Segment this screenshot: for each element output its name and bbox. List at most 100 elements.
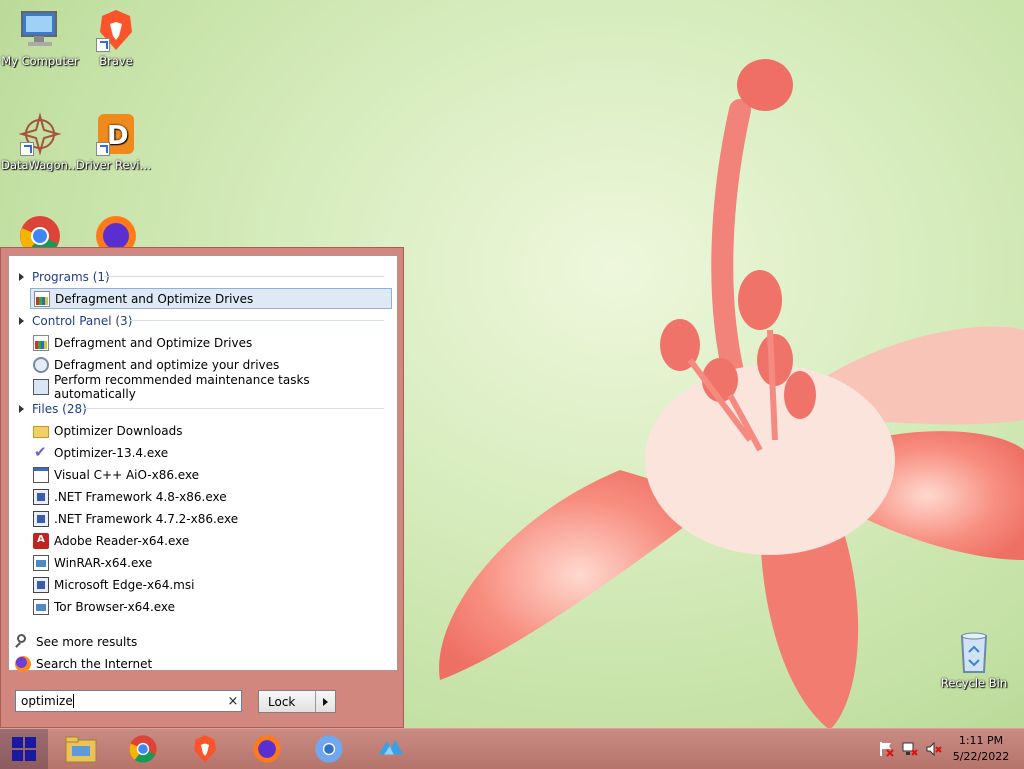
result-label: WinRAR-x64.exe: [54, 555, 153, 570]
result-label: .NET Framework 4.8-x86.exe: [54, 489, 227, 504]
expand-triangle-icon: [19, 317, 24, 325]
see-more-label: See more results: [36, 635, 138, 649]
taskbar-chrome[interactable]: [121, 731, 165, 767]
desktop-icon-label: Recycle Bin: [940, 676, 1008, 690]
shortcut-arrow-icon: [96, 38, 110, 52]
result-item-file[interactable]: Adobe Reader-x64.exe: [30, 530, 392, 551]
taskbar-brave[interactable]: [183, 731, 227, 767]
taskbar-windsurf[interactable]: [369, 731, 413, 767]
recycle-bin-icon: [952, 630, 996, 674]
setup-icon: [33, 576, 49, 593]
clear-search-icon[interactable]: ×: [225, 694, 241, 709]
volume-muted-icon[interactable]: [926, 741, 942, 757]
action-center-flag-icon[interactable]: [878, 741, 894, 757]
desktop-icon-datawagon[interactable]: DataWagon...: [0, 112, 80, 172]
checkmark-icon: [33, 443, 49, 461]
result-item-file[interactable]: .NET Framework 4.7.2-x86.exe: [30, 508, 392, 529]
result-label: .NET Framework 4.7.2-x86.exe: [54, 511, 239, 526]
desktop-icon-label: Driver Reviver: [76, 158, 156, 172]
result-item-file[interactable]: Visual C++ AiO-x86.exe: [30, 464, 392, 485]
result-item-file[interactable]: Optimizer-13.4.exe: [30, 442, 392, 463]
desktop-icon-brave[interactable]: Brave: [76, 8, 156, 68]
app-icon: [378, 739, 404, 755]
setup-icon: [33, 488, 49, 505]
folder-icon: [33, 425, 49, 438]
result-label: Microsoft Edge-x64.msi: [54, 577, 195, 592]
installer-icon: [33, 466, 49, 483]
search-input-value: optimize: [16, 694, 225, 709]
network-icon[interactable]: [902, 741, 918, 757]
start-button[interactable]: [0, 729, 48, 769]
result-item-maintenance[interactable]: Perform recommended maintenance tasks au…: [30, 373, 392, 401]
result-item-defrag-program[interactable]: Defragment and Optimize Drives: [30, 288, 392, 309]
window-app-icon: [33, 598, 49, 615]
taskbar-chromium[interactable]: [307, 731, 351, 767]
chrome-icon: [129, 735, 157, 763]
desktop-icon-recycle-bin[interactable]: Recycle Bin: [934, 630, 1014, 690]
desktop-icon-driver-reviver[interactable]: D Driver Reviver: [76, 112, 156, 172]
group-header-label: Programs (1): [32, 270, 110, 284]
system-tray: 1:11 PM 5/22/2022: [864, 729, 1024, 769]
clock[interactable]: 1:11 PM 5/22/2022: [946, 733, 1016, 765]
start-menu: Programs (1) Defragment and Optimize Dri…: [0, 247, 404, 728]
computer-icon: [18, 8, 62, 52]
group-header-label: Files (28): [32, 402, 87, 416]
lock-button[interactable]: Lock: [258, 690, 336, 713]
result-item-file[interactable]: Microsoft Edge-x64.msi: [30, 574, 392, 595]
result-label: Adobe Reader-x64.exe: [54, 533, 190, 548]
search-internet-link[interactable]: Search the Internet: [15, 654, 152, 674]
search-input[interactable]: optimize ×: [15, 690, 242, 712]
group-header-files[interactable]: Files (28): [19, 400, 87, 418]
defrag-icon: [34, 290, 50, 307]
shortcut-arrow-icon: [20, 142, 34, 156]
desktop-icon-label: DataWagon...: [1, 158, 79, 172]
search-results-panel: Programs (1) Defragment and Optimize Dri…: [8, 255, 398, 674]
chromium-icon: [315, 735, 343, 763]
desktop-icon-label: My Computer: [1, 54, 79, 68]
result-item-file[interactable]: Tor Browser-x64.exe: [30, 596, 392, 617]
settings-gear-icon: [33, 356, 49, 373]
text-cursor: [72, 694, 74, 709]
taskbar-firefox[interactable]: [245, 731, 289, 767]
result-label: Optimizer-13.4.exe: [54, 445, 169, 460]
group-header-programs[interactable]: Programs (1): [19, 268, 110, 286]
result-item-file[interactable]: .NET Framework 4.8-x86.exe: [30, 486, 392, 507]
result-item-file[interactable]: WinRAR-x64.exe: [30, 552, 392, 573]
maintenance-icon: [33, 378, 49, 395]
desktop-icon-label: Brave: [99, 54, 133, 68]
expand-triangle-icon: [19, 405, 24, 413]
divider: [129, 320, 384, 321]
shortcut-arrow-icon: [96, 142, 110, 156]
adobe-icon: [33, 532, 49, 549]
defrag-icon: [33, 334, 49, 351]
result-item-file[interactable]: Optimizer Downloads: [30, 420, 392, 441]
taskbar-file-explorer[interactable]: [59, 731, 103, 767]
group-header-control-panel[interactable]: Control Panel (3): [19, 312, 132, 330]
desktop-icon-my-computer[interactable]: My Computer: [0, 8, 80, 68]
start-menu-footer: optimize × Lock: [8, 677, 396, 722]
result-label: Defragment and optimize your drives: [54, 357, 280, 372]
datawagon-icon: [18, 112, 62, 156]
result-label: Defragment and Optimize Drives: [55, 291, 254, 306]
clock-date: 5/22/2022: [952, 750, 1010, 763]
group-header-label: Control Panel (3): [32, 314, 133, 328]
brave-icon: [94, 8, 138, 52]
window-app-icon: [33, 554, 49, 571]
lock-button-label: Lock: [268, 694, 296, 709]
divider: [104, 276, 384, 277]
clock-time: 1:11 PM: [958, 734, 1004, 747]
setup-icon: [33, 510, 49, 527]
see-more-results-link[interactable]: See more results: [15, 632, 137, 652]
svg-text:D: D: [107, 121, 129, 151]
result-item-defrag-cp[interactable]: Defragment and Optimize Drives: [30, 332, 392, 353]
search-text: optimize: [21, 693, 73, 708]
result-label: Tor Browser-x64.exe: [54, 599, 176, 614]
brave-icon: [194, 735, 216, 763]
driver-reviver-icon: D: [94, 112, 138, 156]
firefox-icon: [253, 735, 281, 763]
file-explorer-icon: [65, 736, 97, 763]
divider: [84, 408, 384, 409]
firefox-icon: [15, 656, 31, 672]
result-label: Optimizer Downloads: [54, 423, 183, 438]
power-options-arrow-icon[interactable]: [315, 691, 335, 712]
